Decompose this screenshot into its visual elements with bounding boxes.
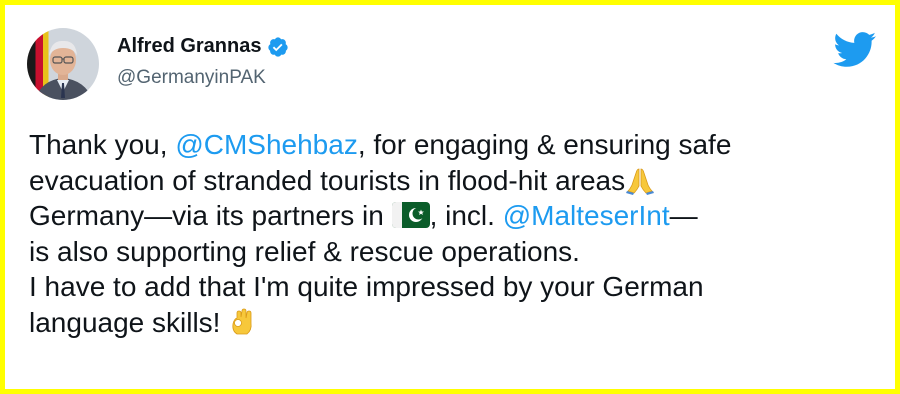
tweet-text-segment: language skills! [29,306,229,338]
tweet-text-segment: I have to add that I'm quite impressed b… [29,271,704,302]
tweet-text-segment: is also supporting relief & rescue opera… [29,235,580,267]
tweet-text: Thank you, @CMShehbaz, for engaging & en… [29,127,889,340]
pakistan-flag-icon [391,202,430,228]
avatar[interactable] [27,28,99,100]
mention-link-cmshehbaz[interactable]: @CMShehbaz [175,129,358,160]
mention-link-malteserint[interactable]: @MalteserInt [503,200,670,231]
tweet-text-segment: — [669,200,698,231]
tweet-text-segment: evacuation of stranded tourists in flood… [29,164,626,196]
author-handle[interactable]: @GermanyinPAK [117,67,266,89]
tweet-text-segment: , for engaging & ensuring safe [357,129,732,160]
twitter-bird-icon[interactable] [833,32,877,68]
verified-badge-icon [268,36,289,57]
tweet-card: Alfred Grannas @GermanyinPAK Thank you, … [0,0,900,394]
tweet-text-segment: Germany—via its partners in [29,200,392,231]
author-name-row[interactable]: Alfred Grannas [117,35,289,58]
folded-hands-icon [626,168,655,195]
ok-hand-icon [232,308,252,334]
tweet-text-segment: , incl. [429,200,503,231]
tweet-text-segment: Thank you, [29,129,176,160]
author-name[interactable]: Alfred Grannas [117,35,261,58]
